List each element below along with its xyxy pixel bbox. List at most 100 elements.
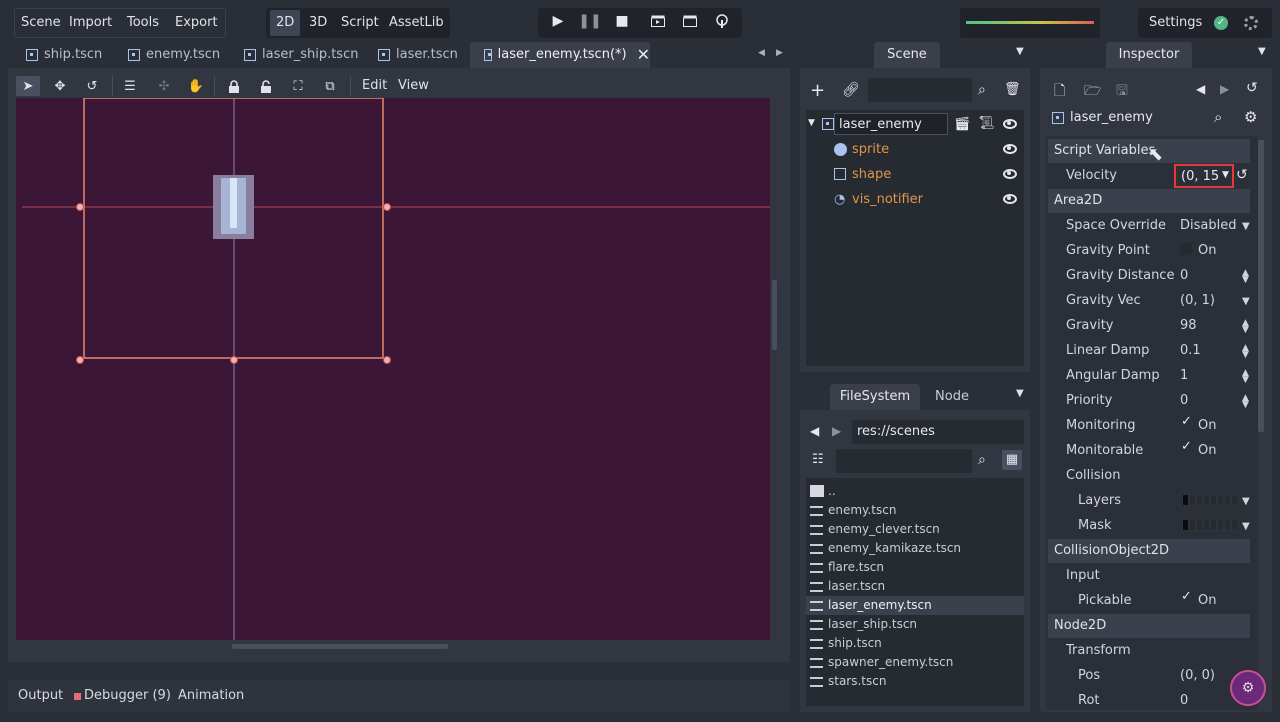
file-item-selected[interactable]: laser_enemy.tscn <box>808 596 1024 615</box>
spinner-arrows-icon[interactable]: ▲ ▼ <box>1242 369 1249 385</box>
handle-right[interactable] <box>383 203 391 211</box>
gravity-value[interactable]: 98 <box>1180 318 1197 333</box>
prop-input-label[interactable]: Input <box>1066 568 1174 583</box>
prop-transform-label[interactable]: Transform <box>1066 643 1174 658</box>
history-forward-icon[interactable]: ▶ <box>1220 82 1229 96</box>
horizontal-scrollbar[interactable] <box>232 644 448 649</box>
output-tab[interactable]: Output <box>18 688 63 703</box>
add-node-icon[interactable]: + <box>810 80 825 101</box>
mask-bit-grid[interactable] <box>1182 519 1238 531</box>
lock-icon[interactable] <box>222 76 246 96</box>
visibility-eye-icon[interactable] <box>1003 194 1017 204</box>
select-tool-icon[interactable]: ➤ <box>16 76 40 96</box>
menu-import[interactable]: Import <box>62 10 119 36</box>
file-item[interactable]: laser.tscn <box>808 577 1024 596</box>
linear-damp-value[interactable]: 0.1 <box>1180 343 1201 358</box>
menu-scene[interactable]: Scene <box>14 10 68 36</box>
file-item[interactable]: flare.tscn <box>808 558 1024 577</box>
history-icon[interactable]: ↺ <box>1246 80 1258 96</box>
file-item[interactable]: stars.tscn <box>808 672 1024 691</box>
2d-viewport[interactable] <box>16 98 770 640</box>
close-icon[interactable]: ✕ <box>637 42 650 68</box>
monitorable-checkbox[interactable]: On <box>1180 439 1216 458</box>
filesystem-tab[interactable]: FileSystem <box>830 384 920 410</box>
collapse-arrow-icon[interactable]: ▼ <box>808 118 815 128</box>
scene-dock-tab[interactable]: Scene <box>874 42 940 68</box>
tab-enemy[interactable]: enemy.tscn <box>114 42 232 68</box>
inspector-tab[interactable]: Inspector <box>1106 42 1192 68</box>
dock-menu-icon[interactable]: ▼ <box>1258 46 1266 57</box>
grid-view-icon[interactable]: ▦ <box>1002 450 1022 470</box>
open-folder-icon[interactable]: 🗁︎ <box>1084 80 1101 104</box>
tab-laser[interactable]: laser.tscn <box>364 42 468 68</box>
settings-button[interactable]: Settings <box>1142 10 1209 36</box>
menu-tools[interactable]: Tools <box>120 10 166 36</box>
visibility-eye-icon[interactable] <box>1003 169 1017 179</box>
link-icon[interactable]: 🔗︎ <box>842 82 860 98</box>
gravity-point-checkbox[interactable]: On <box>1180 243 1216 258</box>
search-icon[interactable]: ⌕ <box>978 452 986 468</box>
node-name-edit[interactable]: laser_enemy <box>834 113 948 135</box>
tree-item-vis-notifier[interactable]: vis_notifier <box>852 192 923 207</box>
group-icon[interactable]: ⛶ <box>286 76 310 96</box>
mode-3d[interactable]: 3D <box>302 10 334 36</box>
spinner-arrows-icon[interactable]: ▲ ▼ <box>1242 394 1249 410</box>
pan-tool-icon[interactable]: ✋ <box>184 76 208 96</box>
layers-bit-grid[interactable] <box>1182 494 1238 506</box>
tab-ship[interactable]: ship.tscn <box>12 42 112 68</box>
tree-view-icon[interactable]: ☷ <box>812 452 824 467</box>
file-item[interactable]: enemy.tscn <box>808 501 1024 520</box>
scene-filter-input[interactable] <box>868 78 972 102</box>
unlock-icon[interactable] <box>254 76 278 96</box>
space-override-value[interactable]: Disabled <box>1180 218 1236 233</box>
pickable-checkbox[interactable]: On <box>1180 589 1216 608</box>
angular-damp-value[interactable]: 1 <box>1180 368 1188 383</box>
chevron-down-icon[interactable]: ▼ <box>1242 521 1250 532</box>
delete-icon[interactable]: 🗑︎ <box>1004 82 1021 97</box>
list-select-icon[interactable]: ☰ <box>118 76 142 96</box>
pos-value[interactable]: (0, 0) <box>1180 668 1215 683</box>
gravity-vec-value[interactable]: (0, 1) <box>1180 293 1215 308</box>
tab-laser-ship[interactable]: laser_ship.tscn <box>230 42 366 68</box>
spinner-arrows-icon[interactable]: ▲ ▼ <box>1242 269 1249 285</box>
visibility-eye-icon[interactable] <box>1003 144 1017 154</box>
play-custom-scene-icon[interactable] <box>675 8 705 34</box>
chevron-down-icon[interactable]: ▼ <box>1242 296 1250 307</box>
file-item[interactable]: laser_ship.tscn <box>808 615 1024 634</box>
stop-icon[interactable]: ■ <box>607 8 637 34</box>
handle-bottom-left[interactable] <box>76 356 84 364</box>
file-item[interactable]: ship.tscn <box>808 634 1024 653</box>
play-scene-icon[interactable] <box>643 8 673 34</box>
play-icon[interactable]: ▶ <box>543 8 573 34</box>
tab-scroll-right-icon[interactable]: ▶ <box>776 48 783 58</box>
back-icon[interactable]: ◀ <box>810 424 819 438</box>
pause-icon[interactable]: ❚❚ <box>575 8 605 34</box>
chevron-down-icon[interactable]: ▼ <box>1242 496 1250 507</box>
prop-collision-label[interactable]: Collision <box>1066 468 1174 483</box>
spinner-arrows-icon[interactable]: ▲ ▼ <box>1242 319 1249 335</box>
rotate-tool-icon[interactable]: ↺ <box>80 76 104 96</box>
edit-menu[interactable]: Edit <box>362 78 387 93</box>
gravity-distance-value[interactable]: 0 <box>1180 268 1188 283</box>
gear-icon[interactable]: ⚙ <box>1244 108 1257 126</box>
monitoring-checkbox[interactable]: On <box>1180 414 1216 433</box>
section-area2d[interactable]: Area2D <box>1048 189 1250 213</box>
vertical-scrollbar[interactable] <box>772 280 777 350</box>
handle-bottom[interactable] <box>230 356 238 364</box>
search-icon[interactable]: ⌕ <box>1214 108 1222 126</box>
remote-debug-icon[interactable] <box>707 8 737 34</box>
view-menu[interactable]: View <box>398 78 429 93</box>
dock-menu-icon[interactable]: ▼ <box>1016 46 1024 57</box>
debugger-tab[interactable]: Debugger (9) <box>84 688 171 703</box>
file-item-parent[interactable]: .. <box>808 482 1024 501</box>
inspector-scrollbar[interactable] <box>1258 140 1264 432</box>
animation-tab[interactable]: Animation <box>178 688 244 703</box>
move-tool-icon[interactable]: ✥ <box>48 76 72 96</box>
path-field[interactable]: res://scenes <box>852 420 1024 444</box>
handle-left[interactable] <box>76 203 84 211</box>
file-item[interactable]: enemy_clever.tscn <box>808 520 1024 539</box>
search-icon[interactable]: ⌕ <box>978 82 986 98</box>
spinner-arrows-icon[interactable]: ▲ ▼ <box>1242 344 1249 360</box>
rot-value[interactable]: 0 <box>1180 693 1188 708</box>
file-item[interactable]: spawner_enemy.tscn <box>808 653 1024 672</box>
